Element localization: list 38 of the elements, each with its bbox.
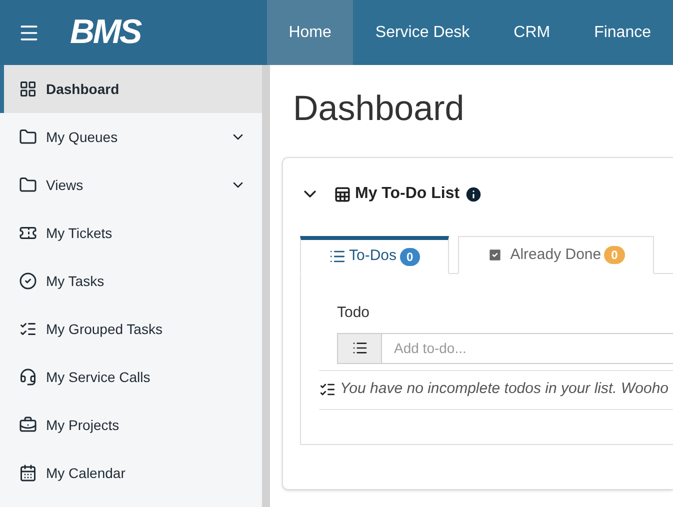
count-badge: 0 — [604, 246, 625, 264]
ticket-icon — [19, 224, 37, 242]
folder-icon — [19, 176, 37, 194]
nav-tab[interactable]: Service Desk — [353, 0, 492, 65]
sidebar-item[interactable]: My Queues — [0, 113, 262, 161]
page-title: Dashboard — [293, 91, 466, 126]
tab[interactable]: Already Done 0 — [458, 236, 654, 274]
briefcase-icon — [19, 416, 37, 434]
check-circle-icon — [19, 272, 37, 290]
sidebar-item[interactable]: My Calendar — [0, 449, 262, 497]
info-icon — [464, 184, 483, 204]
table-icon — [334, 186, 351, 202]
input-field[interactable]: Add to-do... — [382, 332, 673, 364]
sidebar-item[interactable]: My Projects — [0, 401, 262, 449]
nav-tab[interactable]: CRM — [492, 0, 572, 65]
sidebar-item[interactable]: My Grouped Tasks — [0, 305, 262, 353]
sidebar-item[interactable]: Dashboard — [0, 65, 262, 113]
list-icon — [329, 248, 346, 265]
checklist-icon — [319, 381, 336, 398]
sidebar-item[interactable]: My Service Calls — [0, 353, 262, 401]
grid-icon — [19, 80, 37, 98]
nav-tab[interactable]: Finance — [572, 0, 673, 65]
logo: BMS — [70, 12, 140, 53]
folder-icon — [19, 128, 37, 146]
sidebar-item[interactable]: My Tickets — [0, 209, 262, 257]
checkbox-icon — [487, 247, 504, 263]
count-badge: 0 — [400, 248, 420, 266]
sidebar-item[interactable]: My Tasks — [0, 257, 262, 305]
field-label: Todo — [337, 303, 371, 323]
tab[interactable]: To-Dos 0 — [300, 236, 450, 274]
nav-tab[interactable]: Home — [266, 0, 354, 65]
calendar-icon — [19, 464, 37, 482]
list-icon — [337, 332, 382, 364]
headset-icon — [19, 368, 37, 386]
card-title: My To-Do List — [355, 184, 460, 204]
empty-message: You have no incomplete todos in your list. Wooho — [340, 379, 669, 400]
checklist-icon — [19, 320, 37, 338]
sidebar-item[interactable]: Views — [0, 161, 262, 209]
